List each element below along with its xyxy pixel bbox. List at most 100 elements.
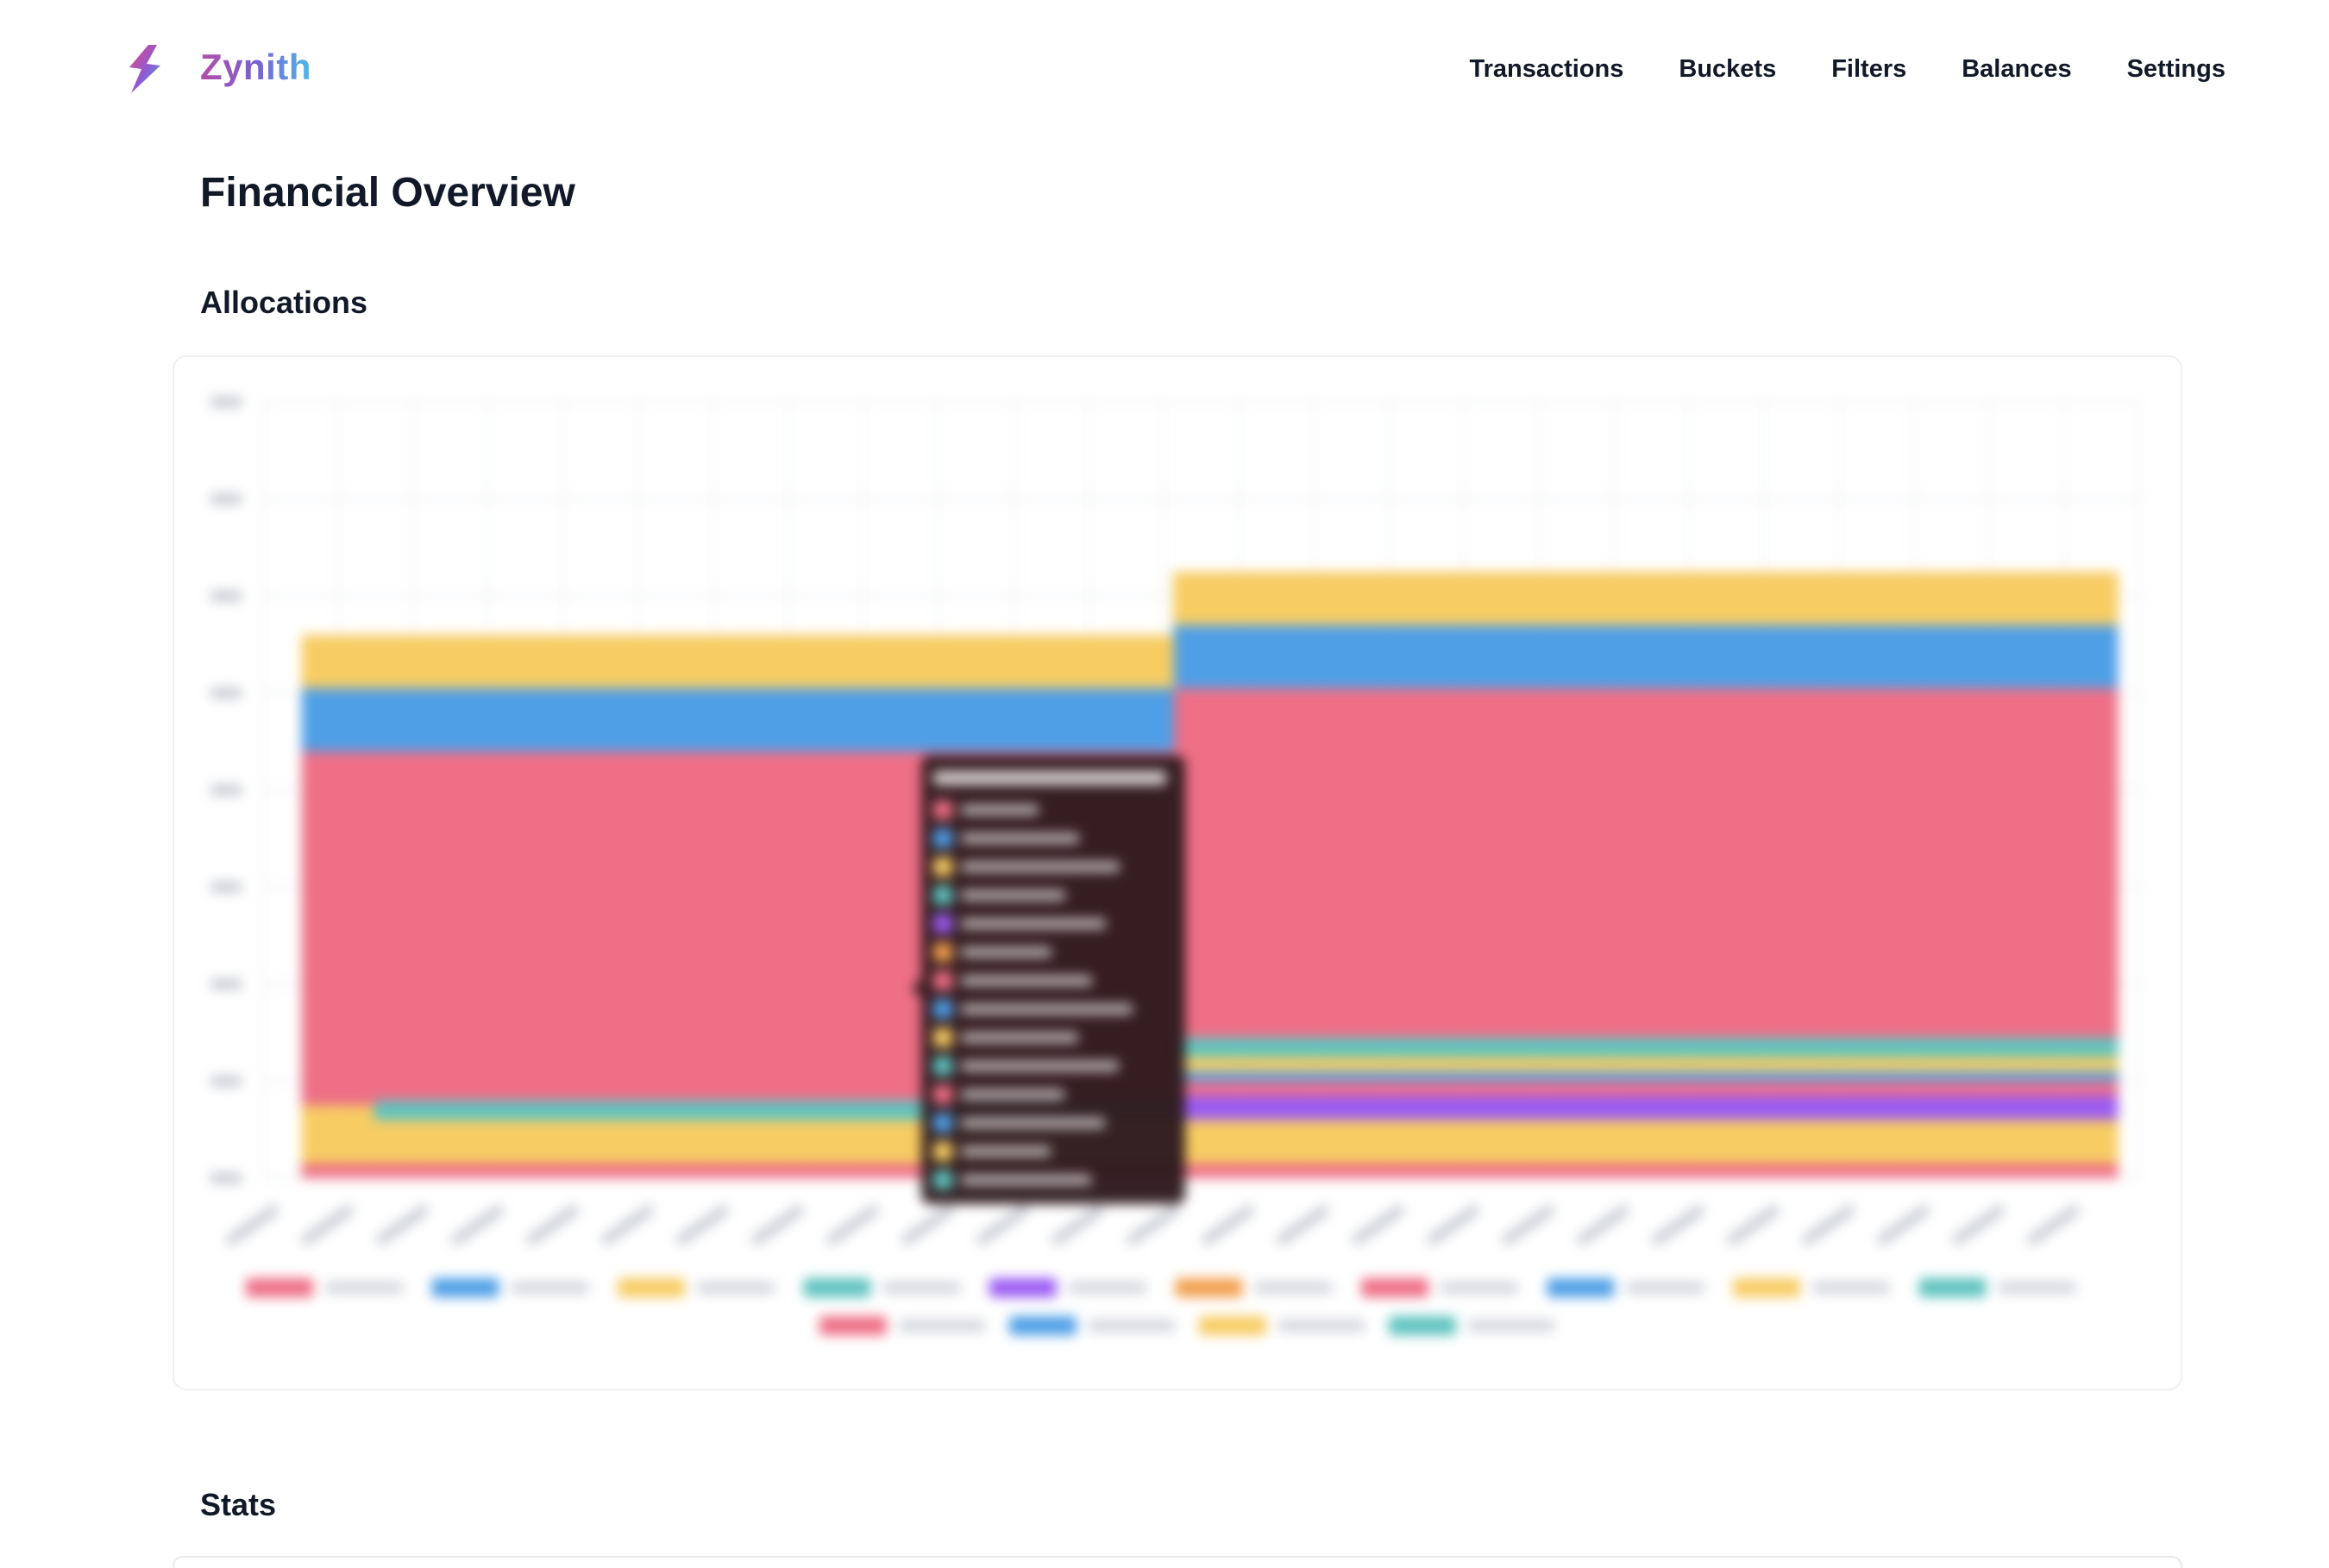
series-1-segment-24: [2044, 1120, 2119, 1164]
series-5-segment-13: [1246, 1071, 1320, 1082]
x-tick-label-bar-24: [2026, 1204, 2081, 1245]
series-8-segment-1: [374, 751, 448, 1101]
x-tick-label-bar-7: [750, 1204, 805, 1245]
series-4-segment-23: [1972, 1081, 2046, 1096]
x-tick-label-bar-17: [1501, 1204, 1555, 1245]
tooltip-swatch-0: [933, 800, 952, 819]
series-10-segment-1: [374, 635, 448, 688]
series-0-segment-24: [2044, 1163, 2119, 1178]
allocations-chart[interactable]: [0, 0, 2329, 1568]
x-tick-label-8: [826, 1204, 880, 1245]
series-9-segment-24: [2044, 624, 2119, 688]
series-9-segment-10: [1027, 687, 1102, 751]
tooltip-row-bar-11: [961, 1118, 1105, 1128]
series-0-segment-6: [737, 1163, 811, 1178]
legend-swatch-10: [819, 1316, 887, 1335]
series-10-segment-21: [1826, 571, 1900, 625]
x-tick-label-17: [1501, 1204, 1555, 1245]
series-5-segment-22: [1899, 1071, 1974, 1082]
series-5-segment-24: [2044, 1071, 2119, 1082]
tooltip-row-bar-2: [961, 862, 1120, 872]
tooltip-row-bar-7: [961, 1004, 1133, 1014]
series-10-segment-3: [519, 635, 593, 688]
series-10-segment-11: [1100, 635, 1174, 688]
x-tick-label-bar-20: [1726, 1204, 1780, 1245]
series-5-segment-19: [1681, 1071, 1755, 1082]
series-9-segment-3: [519, 687, 593, 751]
series-8-segment-20: [1754, 687, 1828, 1038]
legend-swatch-11: [1009, 1316, 1077, 1335]
series-9-segment-8: [882, 687, 957, 751]
x-tick-label-20: [1726, 1204, 1780, 1245]
series-3-segment-23: [1972, 1095, 2046, 1120]
series-10-segment-4: [592, 635, 666, 688]
series-4-segment-21: [1826, 1081, 1900, 1096]
legend-swatch-3: [803, 1278, 871, 1297]
legend-swatch-8: [1733, 1278, 1800, 1297]
series-1-segment-6: [737, 1120, 811, 1164]
series-7-segment-22: [1899, 1037, 1974, 1057]
series-6-segment-16: [1463, 1057, 1537, 1072]
tooltip-swatch-3: [933, 886, 952, 905]
series-5-segment-23: [1972, 1071, 2046, 1082]
series-3-segment-20: [1754, 1095, 1828, 1120]
series-9-segment-5: [664, 687, 738, 751]
series-1-segment-7: [809, 1120, 884, 1164]
series-10-segment-12: [1172, 571, 1247, 625]
series-8-segment-4: [592, 751, 666, 1101]
series-9-segment-2: [446, 687, 521, 751]
allocations-chart-area: [0, 0, 2329, 1568]
series-1-segment-5: [664, 1120, 738, 1164]
legend-label-bar-11: [1089, 1320, 1175, 1332]
x-tick-label-bar-13: [1201, 1204, 1255, 1245]
series-1-segment-18: [1609, 1120, 1683, 1164]
series-6-segment-14: [1318, 1057, 1392, 1072]
series-0-segment-3: [519, 1163, 593, 1178]
y-tick-label-2: [210, 979, 242, 989]
tooltip-swatch-4: [933, 914, 952, 933]
legend-swatch-13: [1389, 1316, 1456, 1335]
series-9-segment-21: [1826, 624, 1900, 688]
series-8-segment-22: [1899, 687, 1974, 1038]
series-10-segment-14: [1318, 571, 1392, 625]
x-tick-label-3: [450, 1204, 505, 1245]
series-0-segment-19: [1681, 1163, 1755, 1178]
series-1-segment-0: [301, 1105, 375, 1164]
series-9-segment-15: [1390, 624, 1465, 688]
legend-label-bar-7: [1626, 1282, 1704, 1294]
series-1-segment-13: [1246, 1120, 1320, 1164]
series-5-segment-18: [1609, 1071, 1683, 1082]
series-2-segment-5: [664, 1101, 738, 1120]
series-7-segment-14: [1318, 1037, 1392, 1057]
stats-card: [173, 1556, 2182, 1568]
tooltip-row-bar-3: [961, 890, 1065, 900]
series-7-segment-24: [2044, 1037, 2119, 1057]
series-10-segment-5: [664, 635, 738, 688]
series-9-segment-16: [1463, 624, 1537, 688]
tooltip-swatch-10: [933, 1085, 952, 1104]
series-10-segment-9: [955, 635, 1029, 688]
series-3-segment-22: [1899, 1095, 1974, 1120]
series-8-segment-2: [446, 751, 521, 1101]
tooltip-row-bar-10: [961, 1089, 1064, 1100]
x-tick-label-bar-5: [600, 1204, 655, 1245]
series-10-segment-16: [1463, 571, 1537, 625]
x-tick-label-0: [225, 1204, 279, 1245]
series-9-segment-7: [809, 687, 884, 751]
series-7-segment-17: [1535, 1037, 1610, 1057]
x-tick-label-bar-3: [450, 1204, 505, 1245]
series-6-segment-22: [1899, 1057, 1974, 1072]
x-tick-label-bar-21: [1801, 1204, 1855, 1245]
series-10-segment-10: [1027, 635, 1102, 688]
series-9-segment-14: [1318, 624, 1392, 688]
series-3-segment-15: [1390, 1095, 1465, 1120]
series-1-segment-17: [1535, 1120, 1610, 1164]
series-7-segment-18: [1609, 1037, 1683, 1057]
x-tick-label-bar-15: [1351, 1204, 1405, 1245]
legend-swatch-1: [431, 1278, 499, 1297]
x-tick-label-9: [901, 1204, 955, 1245]
series-8-segment-14: [1318, 687, 1392, 1038]
series-0-segment-18: [1609, 1163, 1683, 1178]
series-0-segment-0: [301, 1163, 375, 1178]
series-10-segment-19: [1681, 571, 1755, 625]
